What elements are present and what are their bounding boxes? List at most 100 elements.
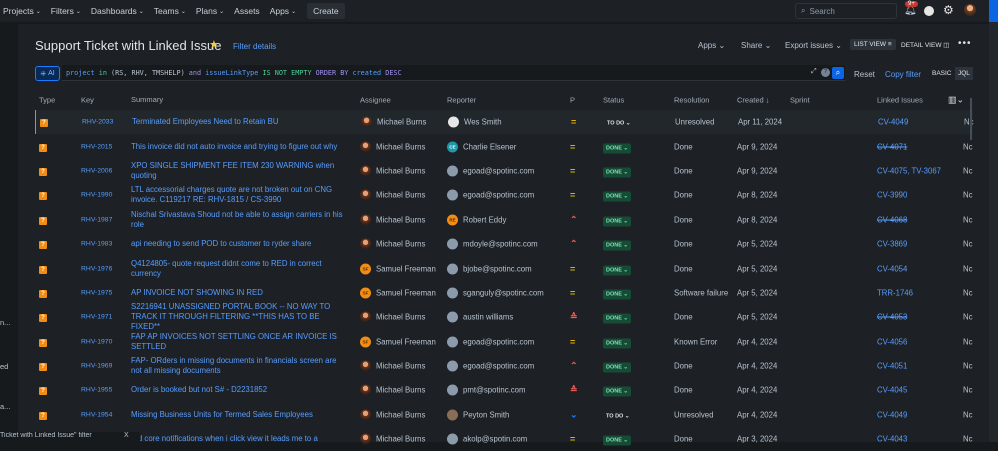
col-assignee[interactable]: Assignee (360, 96, 391, 105)
linked-issues-link[interactable]: CV-4075, TV-3067 (877, 166, 941, 175)
linked-issues-link[interactable]: CV-4049 (878, 118, 908, 127)
issue-key-link[interactable]: RHV-2006 (81, 167, 112, 174)
reporter-cell[interactable]: RE Robert Eddy (447, 214, 506, 226)
linked-issues-link[interactable]: CV-3990 (877, 191, 907, 200)
linked-issues-link[interactable]: TRR-1746 (877, 288, 913, 297)
summary-link[interactable]: S2216941 UNASSIGNED PORTAL BOOK -- NO WA… (131, 302, 346, 332)
summary-link[interactable]: XPO SINGLE SHIPMENT FEE ITEM 230 WARNING… (131, 161, 346, 181)
issue-key-link[interactable]: RHV-1971 (81, 314, 112, 321)
reporter-cell[interactable]: egoad@spotinc.com (447, 189, 534, 201)
nav-teams[interactable]: Teams ⌄ (154, 6, 186, 16)
reporter-cell[interactable]: Wes Smith (448, 116, 502, 128)
status-dropdown[interactable]: DONE ⌄ (603, 313, 632, 324)
col-key[interactable]: Key (81, 96, 94, 105)
list-view-button[interactable]: LIST VIEW ≡ (850, 39, 896, 50)
assignee-cell[interactable]: Michael Burns (360, 409, 425, 421)
export-button[interactable]: Export issues ⌄ (785, 41, 842, 50)
reporter-cell[interactable]: bjobe@spotinc.com (447, 263, 532, 275)
col-priority[interactable]: P (570, 96, 575, 105)
filter-details-link[interactable]: Filter details (233, 42, 276, 51)
reporter-cell[interactable]: sganguly@spotinc.com (447, 287, 544, 299)
more-icon[interactable]: ••• (958, 38, 972, 49)
assignee-cell[interactable]: Michael Burns (360, 360, 425, 372)
nav-projects[interactable]: Projects ⌄ (3, 6, 41, 16)
status-dropdown[interactable]: DONE ⌄ (603, 191, 632, 202)
assignee-cell[interactable]: Michael Burns (360, 238, 425, 250)
reporter-cell[interactable]: egoad@spotinc.com (447, 360, 534, 372)
issue-key-link[interactable]: RHV-1975 (81, 289, 112, 296)
col-resolution[interactable]: Resolution (674, 96, 709, 105)
summary-link[interactable]: FAP AP INVOICES NOT SETTLING ONCE AR INV… (131, 332, 346, 352)
assignee-cell[interactable]: Michael Burns (360, 311, 425, 323)
expand-icon[interactable]: ⤢ (811, 68, 817, 76)
reporter-cell[interactable]: mdoyle@spotinc.com (447, 238, 538, 250)
col-sprint[interactable]: Sprint (790, 96, 810, 105)
status-dropdown[interactable]: TO DO ⌄ (604, 118, 633, 127)
issue-key-link[interactable]: RHV-1976 (81, 265, 112, 272)
assignee-cell[interactable]: Michael Burns (360, 384, 425, 396)
linked-issues-link[interactable]: CV-4053 (877, 313, 907, 322)
share-button[interactable]: Share ⌄ (741, 41, 771, 50)
nav-filters[interactable]: Filters ⌄ (51, 6, 81, 16)
linked-issues-link[interactable]: CV-4071 (877, 142, 907, 151)
status-dropdown[interactable]: DONE ⌄ (603, 435, 632, 446)
gear-icon[interactable]: ⚙ (943, 3, 954, 17)
summary-link[interactable]: Nischal Srivastava Shoud not be able to … (131, 210, 346, 230)
assignee-cell[interactable]: Michael Burns (360, 189, 425, 201)
table-row[interactable]: ? RHV-1990 LTL accessorial charges quote… (35, 183, 973, 207)
status-dropdown[interactable]: DONE ⌄ (603, 142, 632, 154)
col-status[interactable]: Status (603, 96, 624, 105)
issue-key-link[interactable]: RHV-2033 (82, 119, 113, 126)
table-row[interactable]: ? RHV-2033 Terminated Employees Need to … (35, 110, 974, 135)
assignee-cell[interactable]: SF Samuel Freeman (360, 263, 436, 275)
close-icon[interactable]: X (124, 432, 129, 439)
table-row[interactable]: ? RHV-1970 FAP AP INVOICES NOT SETTLING … (35, 330, 973, 354)
issue-key-link[interactable]: RHV-1955 (81, 387, 112, 394)
table-row[interactable]: ? RHV-1976 Q4124805- quote request didnt… (35, 256, 973, 280)
assignee-cell[interactable]: SF Samuel Freeman (360, 336, 436, 348)
table-row[interactable]: ? RHV-1983 api needing to send POD to cu… (35, 232, 973, 256)
table-row[interactable]: ? RHV-1954 Missing Business Units for Te… (35, 403, 973, 427)
issue-key-link[interactable]: RHV-1970 (81, 338, 112, 345)
status-dropdown[interactable]: DONE ⌄ (603, 240, 632, 251)
star-icon[interactable]: ★ (209, 38, 219, 51)
linked-issues-link[interactable]: CV-4054 (877, 264, 907, 273)
assignee-cell[interactable]: Michael Burns (360, 141, 425, 153)
table-row[interactable]: ? RHV-2015 This invoice did not auto inv… (35, 134, 973, 158)
summary-link[interactable]: Order is booked but not S# - D2231852 (131, 385, 346, 395)
apps-button[interactable]: Apps ⌄ (698, 41, 725, 50)
reporter-cell[interactable]: CE Charlie Elsener (447, 141, 516, 153)
nav-dashboards[interactable]: Dashboards ⌄ (91, 6, 144, 16)
summary-link[interactable]: LTL accessorial charges quote are not br… (131, 185, 346, 205)
summary-link[interactable]: Missing Business Units for Termed Sales … (131, 410, 346, 420)
reporter-cell[interactable]: austin williams (447, 311, 513, 323)
col-type[interactable]: Type (39, 96, 55, 105)
linked-issues-link[interactable]: CV-3869 (877, 240, 907, 249)
table-row[interactable]: ? RHV-1987 Nischal Srivastava Shoud not … (35, 208, 973, 232)
jql-toggle[interactable]: JQL (955, 67, 973, 80)
summary-link[interactable]: AP INVOICE NOT SHOWING IN RED (131, 288, 346, 298)
column-picker-icon[interactable]: ▥⌄ (948, 95, 964, 106)
summary-link[interactable]: FAP- ORders in missing documents in fina… (131, 356, 346, 376)
table-row[interactable]: ? RHV-1955 Order is booked but not S# - … (35, 378, 973, 402)
issue-key-link[interactable]: RHV-1987 (81, 216, 112, 223)
issue-key-link[interactable]: RHV-1969 (81, 363, 112, 370)
reporter-cell[interactable]: egoad@spotinc.com (447, 165, 534, 177)
linked-issues-link[interactable]: CV-4056 (877, 337, 907, 346)
status-dropdown[interactable]: DONE ⌄ (603, 337, 632, 349)
nav-plans[interactable]: Plans ⌄ (196, 6, 224, 16)
profile-avatar[interactable] (964, 4, 976, 16)
summary-link[interactable]: red core notifications when i click view… (131, 434, 346, 444)
status-dropdown[interactable]: DONE ⌄ (603, 166, 632, 178)
jql-input[interactable]: project in (RS, RHV, TMSHELP) and issueL… (62, 65, 845, 81)
col-reporter[interactable]: Reporter (447, 96, 476, 105)
detail-view-button[interactable]: DETAIL VIEW ◫ (901, 41, 949, 49)
assignee-cell[interactable]: SF Samuel Freeman (360, 287, 436, 299)
basic-toggle[interactable]: BASIC (932, 70, 952, 77)
status-dropdown[interactable]: TO DO ⌄ (603, 410, 632, 419)
assignee-cell[interactable]: Michael Burns (361, 116, 426, 128)
linked-issues-link[interactable]: CV-4068 (877, 215, 907, 224)
linked-issues-link[interactable]: CV-4051 (877, 362, 907, 371)
scrollbar[interactable] (970, 98, 972, 140)
summary-link[interactable]: Terminated Employees Need to Retain BU (132, 117, 347, 127)
